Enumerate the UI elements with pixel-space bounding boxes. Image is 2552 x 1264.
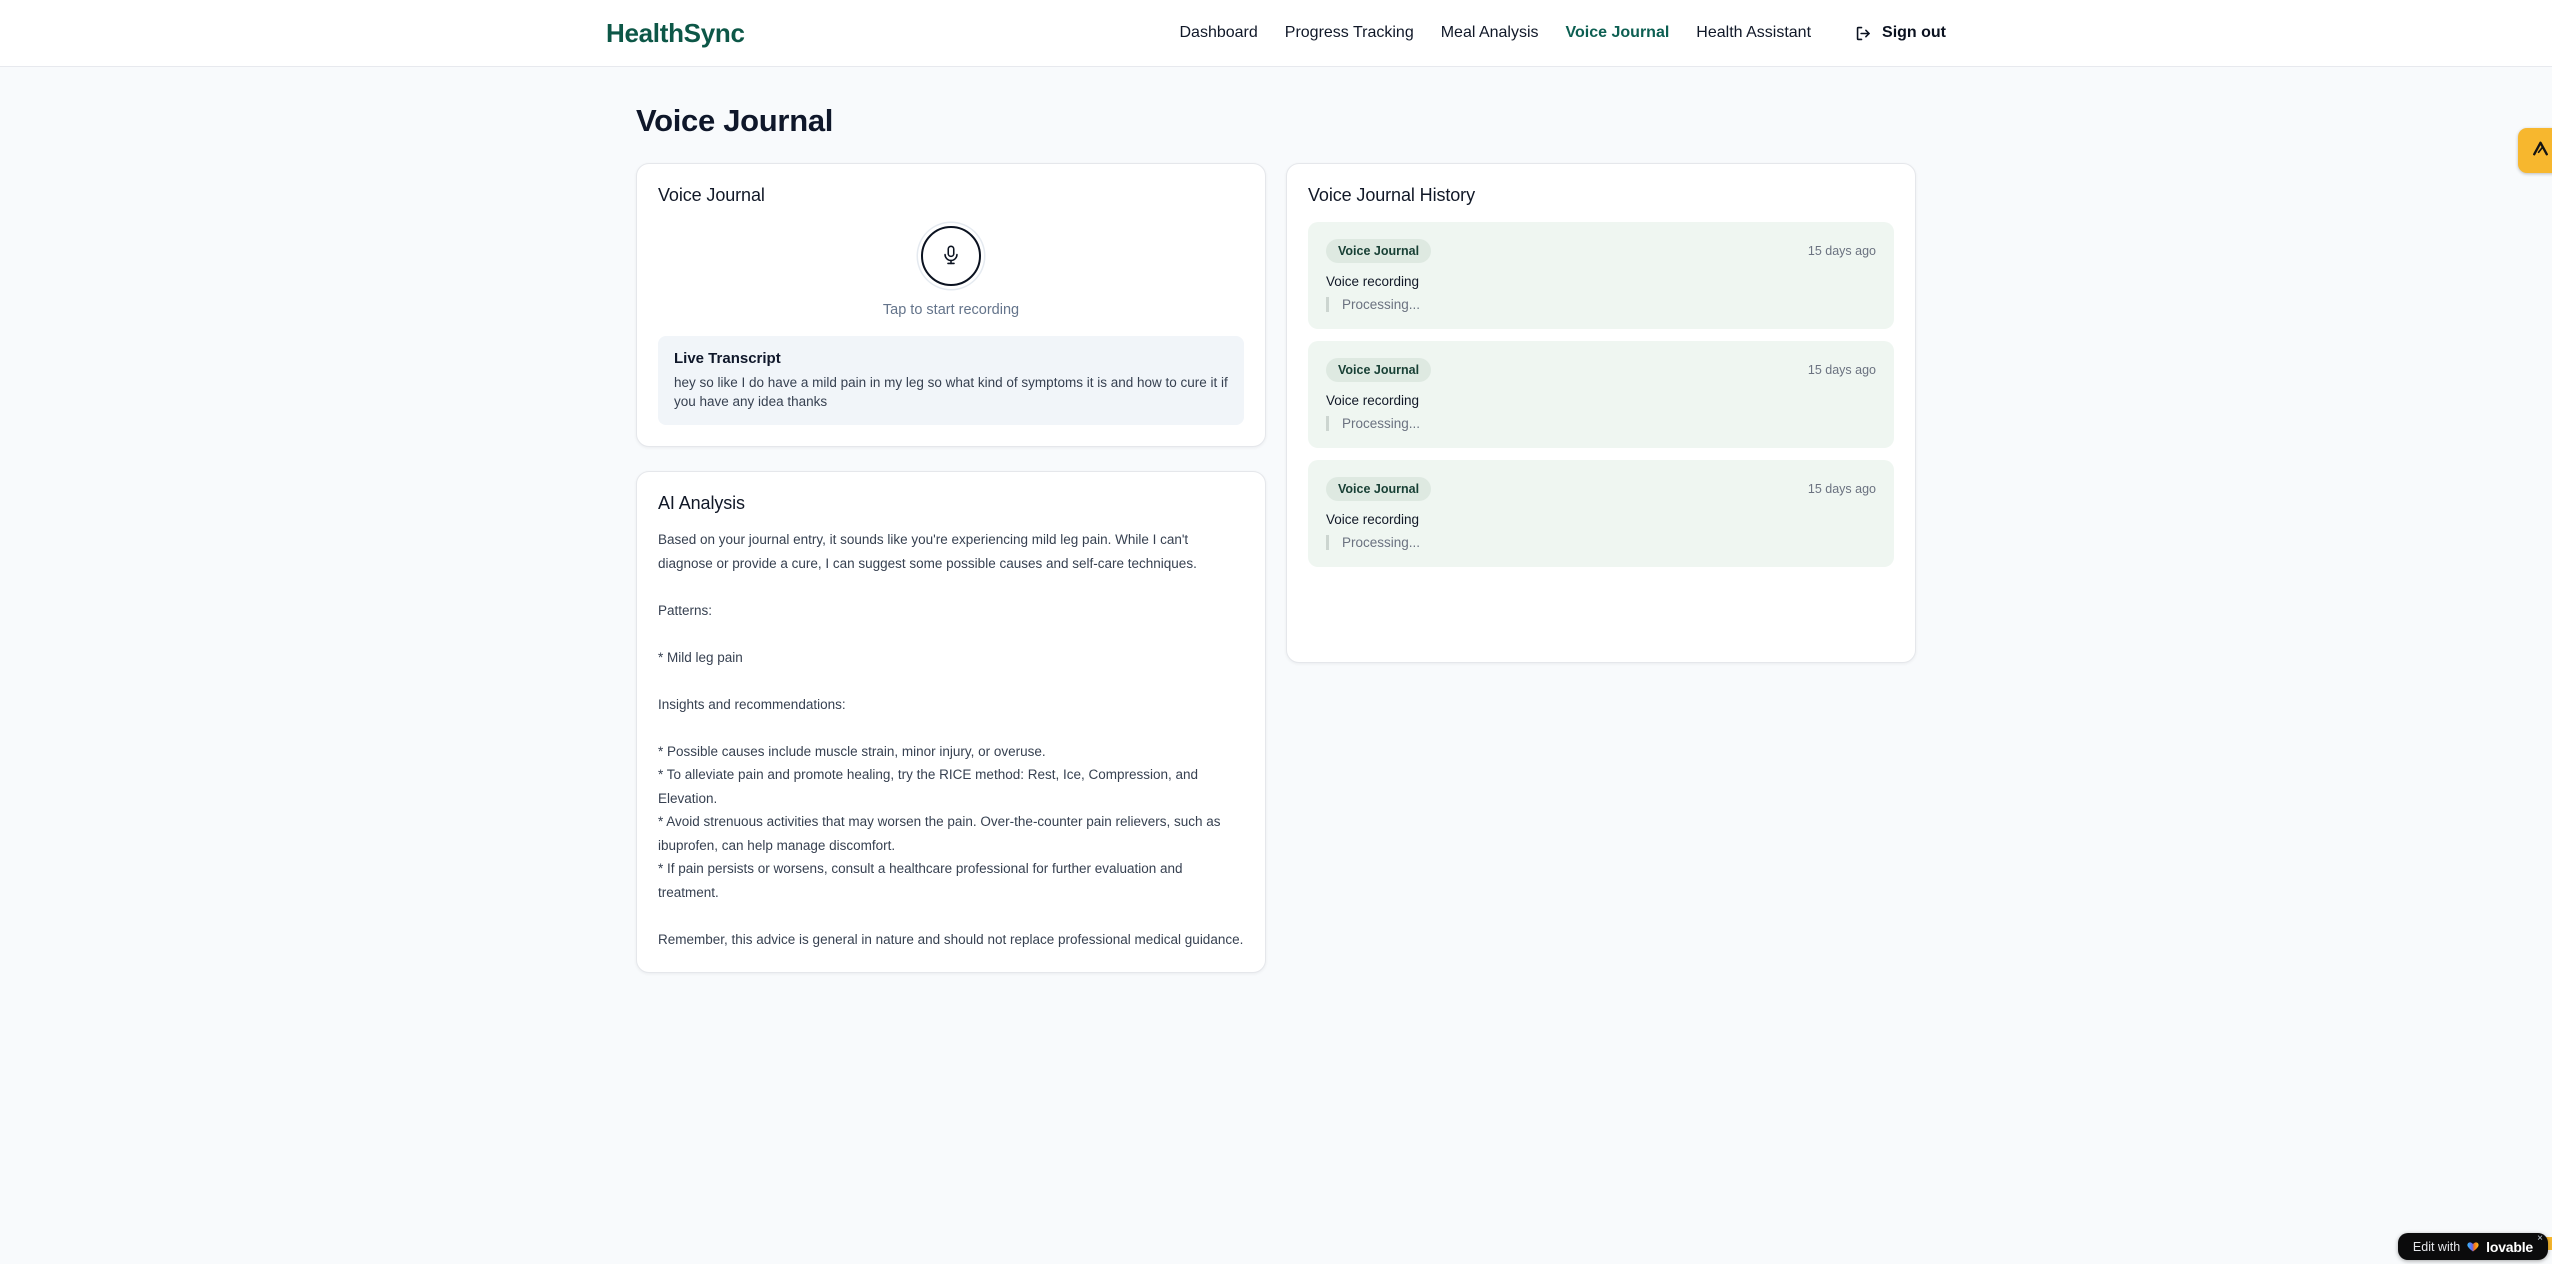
sign-out-icon — [1854, 24, 1873, 43]
edit-with-label: Edit with — [2412, 1239, 2461, 1254]
entry-type-badge: Voice Journal — [1326, 239, 1432, 263]
history-entry[interactable]: Voice Journal 15 days ago Voice recordin… — [1308, 222, 1894, 329]
heart-icon — [2466, 1240, 2480, 1253]
entry-timestamp: 15 days ago — [1807, 363, 1876, 377]
nav-progress-tracking[interactable]: Progress Tracking — [1285, 24, 1414, 42]
side-panel-badge[interactable] — [2518, 128, 2552, 173]
live-transcript-text: hey so like I do have a mild pain in my … — [674, 375, 1228, 409]
edit-with-lovable-badge[interactable]: Edit with lovable × — [2397, 1233, 2548, 1260]
page-content: Voice Journal Voice Journal Tap to start… — [636, 103, 1916, 973]
history-entry[interactable]: Voice Journal 15 days ago Voice recordin… — [1308, 460, 1894, 567]
entry-status: Processing... — [1326, 416, 1876, 431]
record-button[interactable] — [921, 226, 981, 286]
ai-analysis-title: AI Analysis — [658, 493, 745, 513]
close-icon[interactable]: × — [2537, 1234, 2543, 1244]
top-nav-bar: HealthSync Dashboard Progress Tracking M… — [0, 0, 2552, 67]
entry-label: Voice recording — [1326, 393, 1420, 408]
sign-out-button[interactable]: Sign out — [1854, 24, 1946, 43]
entry-label: Voice recording — [1326, 512, 1420, 527]
nav-meal-analysis[interactable]: Meal Analysis — [1441, 24, 1539, 42]
main-nav: Dashboard Progress Tracking Meal Analysi… — [1180, 24, 1947, 43]
sign-out-label: Sign out — [1882, 24, 1946, 41]
history-card-title: Voice Journal History — [1308, 185, 1475, 205]
nav-voice-journal[interactable]: Voice Journal — [1566, 24, 1670, 42]
entry-type-badge: Voice Journal — [1326, 358, 1432, 382]
brand-logo[interactable]: HealthSync — [606, 18, 745, 49]
history-entry[interactable]: Voice Journal 15 days ago Voice recordin… — [1308, 341, 1894, 448]
entry-label: Voice recording — [1326, 274, 1420, 289]
entry-timestamp: 15 days ago — [1807, 482, 1876, 496]
live-transcript-title: Live Transcript — [674, 350, 781, 367]
recorder-card-title: Voice Journal — [658, 185, 765, 205]
live-transcript-panel: Live Transcript hey so like I do have a … — [658, 336, 1244, 425]
lovable-brand-label: lovable — [2486, 1238, 2533, 1255]
entry-timestamp: 15 days ago — [1807, 244, 1876, 258]
page-title: Voice Journal — [636, 103, 834, 138]
entry-status: Processing... — [1326, 535, 1876, 550]
voice-recorder-card: Voice Journal Tap to start recording Liv… — [636, 163, 1266, 447]
microphone-icon — [940, 244, 962, 269]
nav-dashboard[interactable]: Dashboard — [1180, 24, 1258, 42]
history-card: Voice Journal History Voice Journal 15 d… — [1286, 163, 1916, 663]
ai-analysis-card: AI Analysis Based on your journal entry,… — [636, 471, 1266, 973]
record-hint: Tap to start recording — [882, 302, 1020, 318]
side-badge-logo-icon — [2530, 138, 2551, 164]
nav-health-assistant[interactable]: Health Assistant — [1696, 24, 1811, 42]
entry-type-badge: Voice Journal — [1326, 477, 1432, 501]
ai-analysis-body: Based on your journal entry, it sounds l… — [658, 532, 1244, 947]
entry-status: Processing... — [1326, 297, 1876, 312]
